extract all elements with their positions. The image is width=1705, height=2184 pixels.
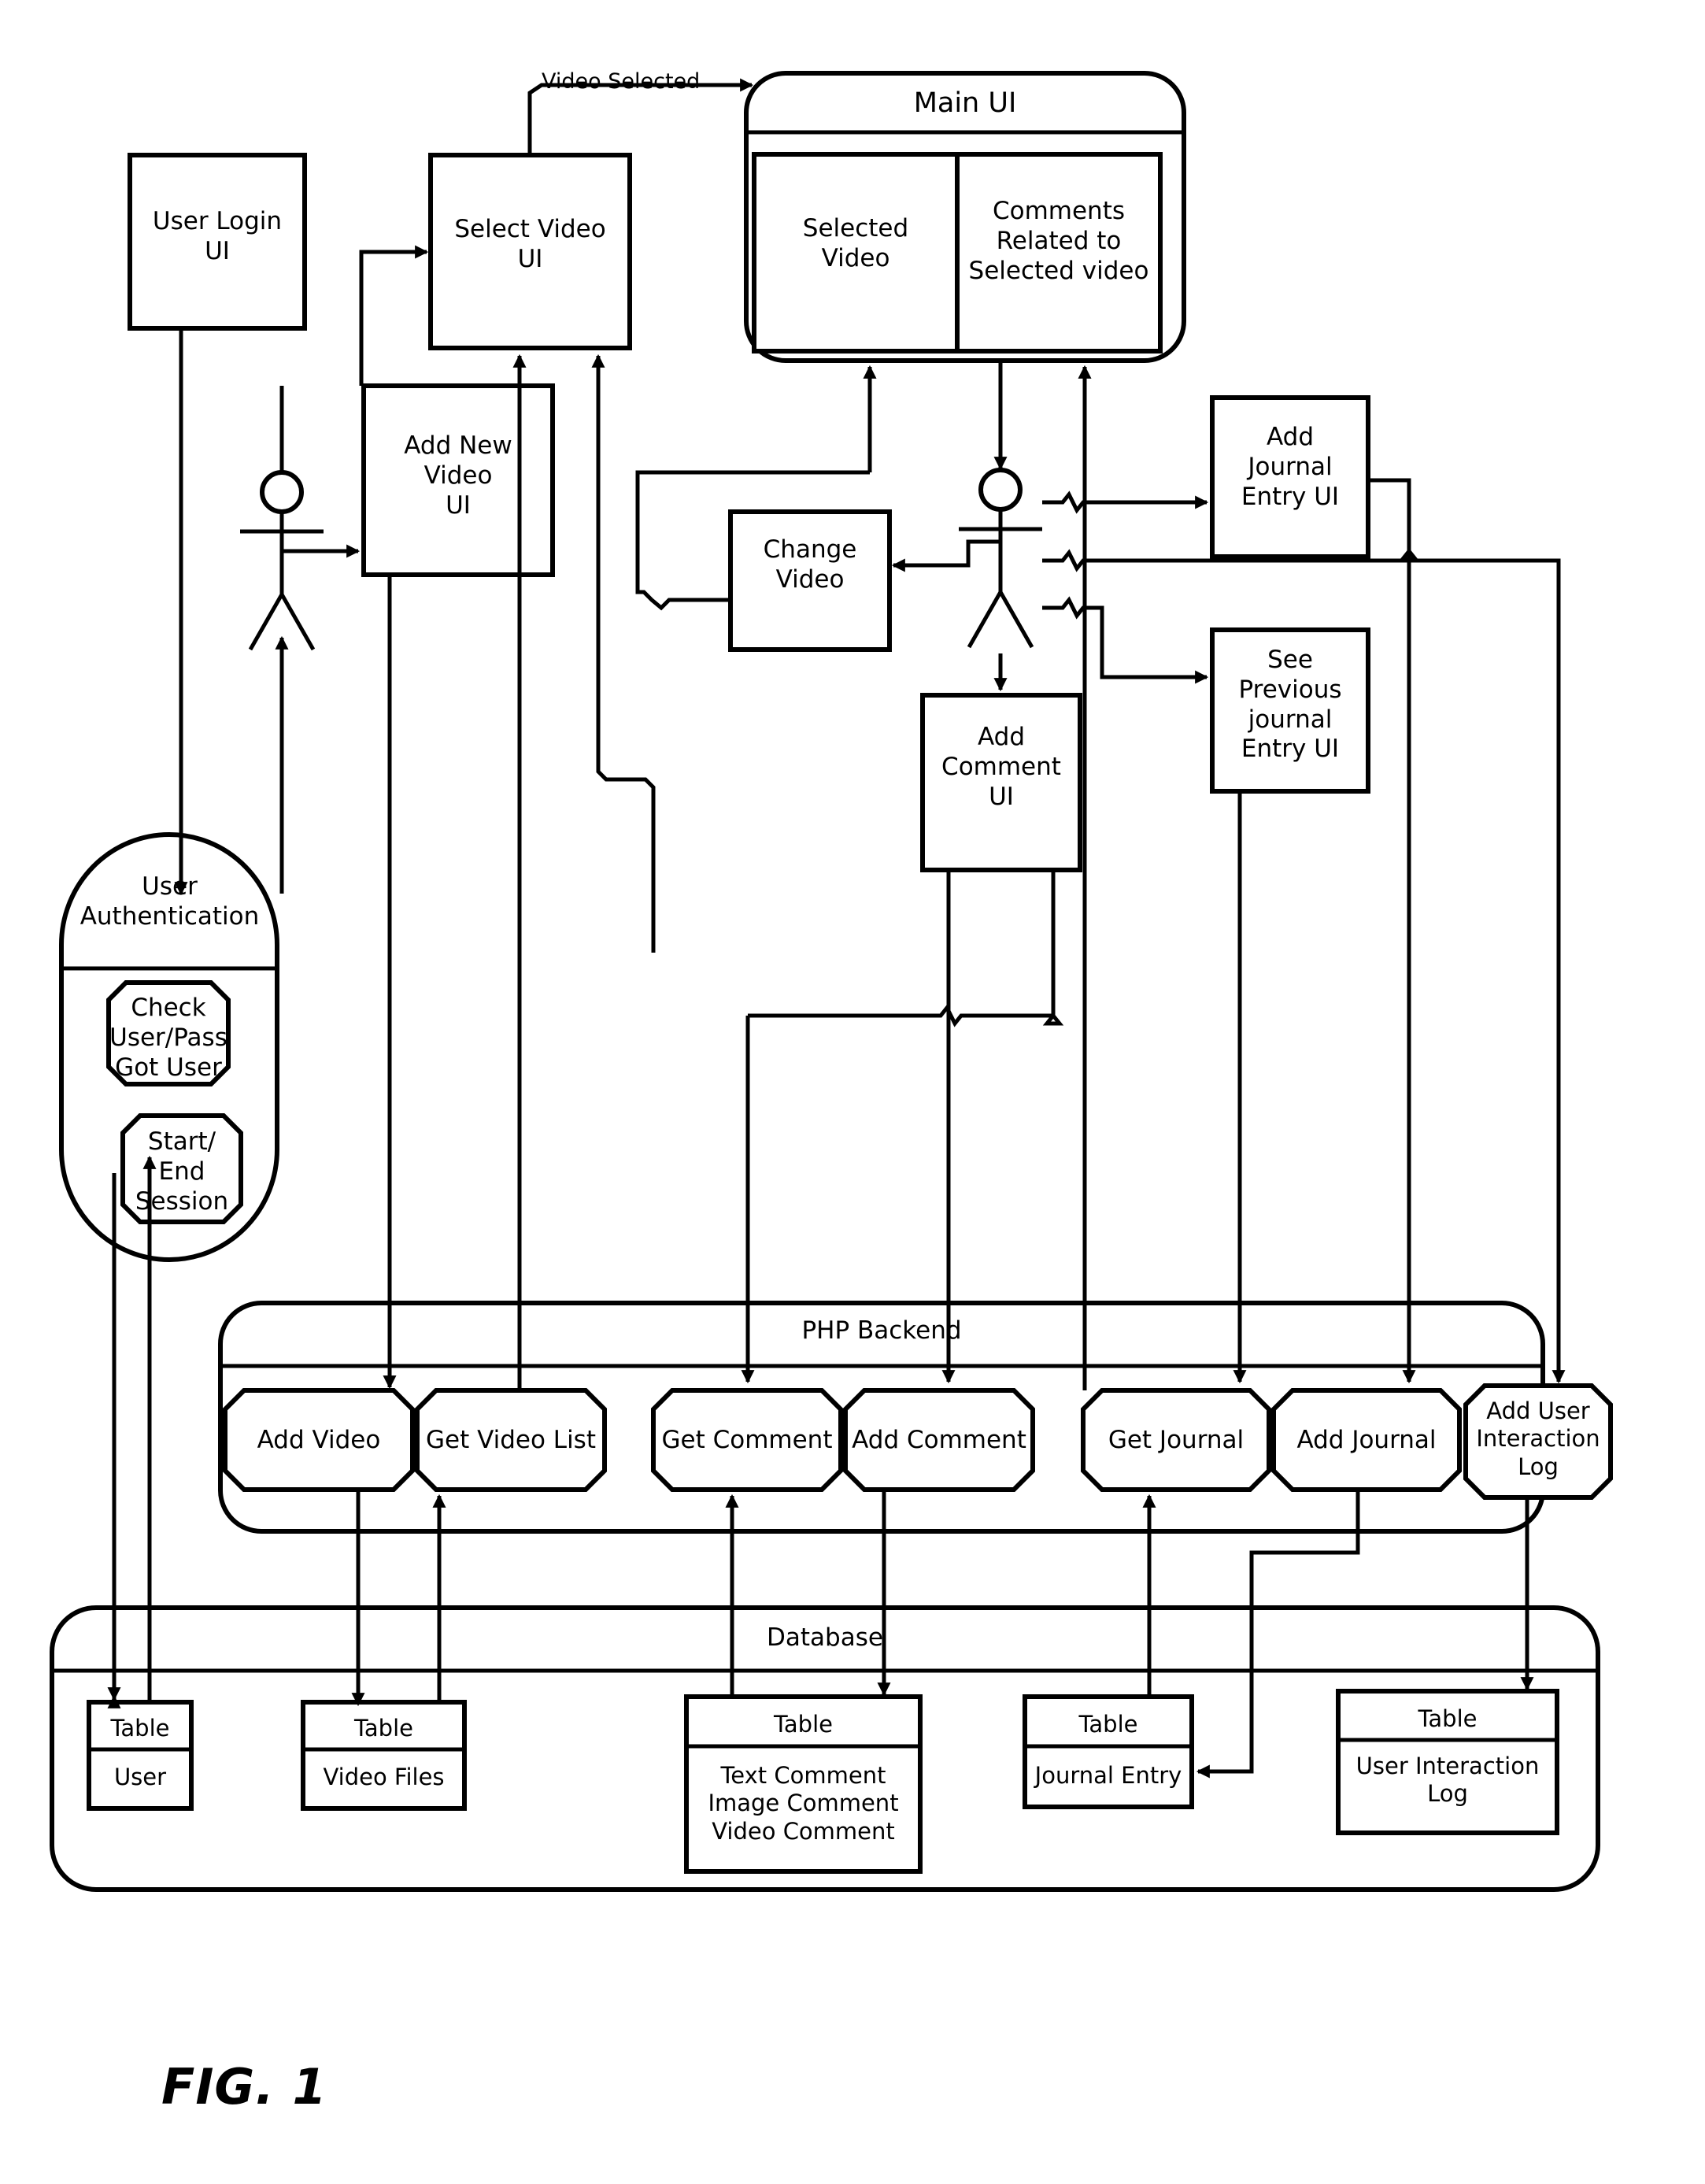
figure-caption: FIG. 1: [161, 2058, 327, 2116]
main-ui-container: [744, 71, 1186, 363]
actor-left-figure: [240, 470, 324, 651]
user-login-ui-box: [128, 153, 307, 331]
architecture-diagram: Video Selected Main UI Selected Video Co…: [0, 0, 1705, 2184]
see-previous-journal-box: [1210, 627, 1370, 794]
add-comment-ui-box: [920, 693, 1082, 872]
database-container: [50, 1605, 1600, 1892]
diagram-canvas: [50, 71, 1613, 1892]
change-video-box: [728, 509, 892, 652]
user-authentication-capsule: [59, 832, 279, 1262]
add-new-video-ui-box: [361, 383, 555, 577]
add-journal-entry-ui-box: [1210, 395, 1370, 559]
select-video-ui-box: [428, 153, 632, 350]
php-backend-container: [218, 1301, 1613, 1534]
actor-right-figure: [959, 468, 1042, 649]
